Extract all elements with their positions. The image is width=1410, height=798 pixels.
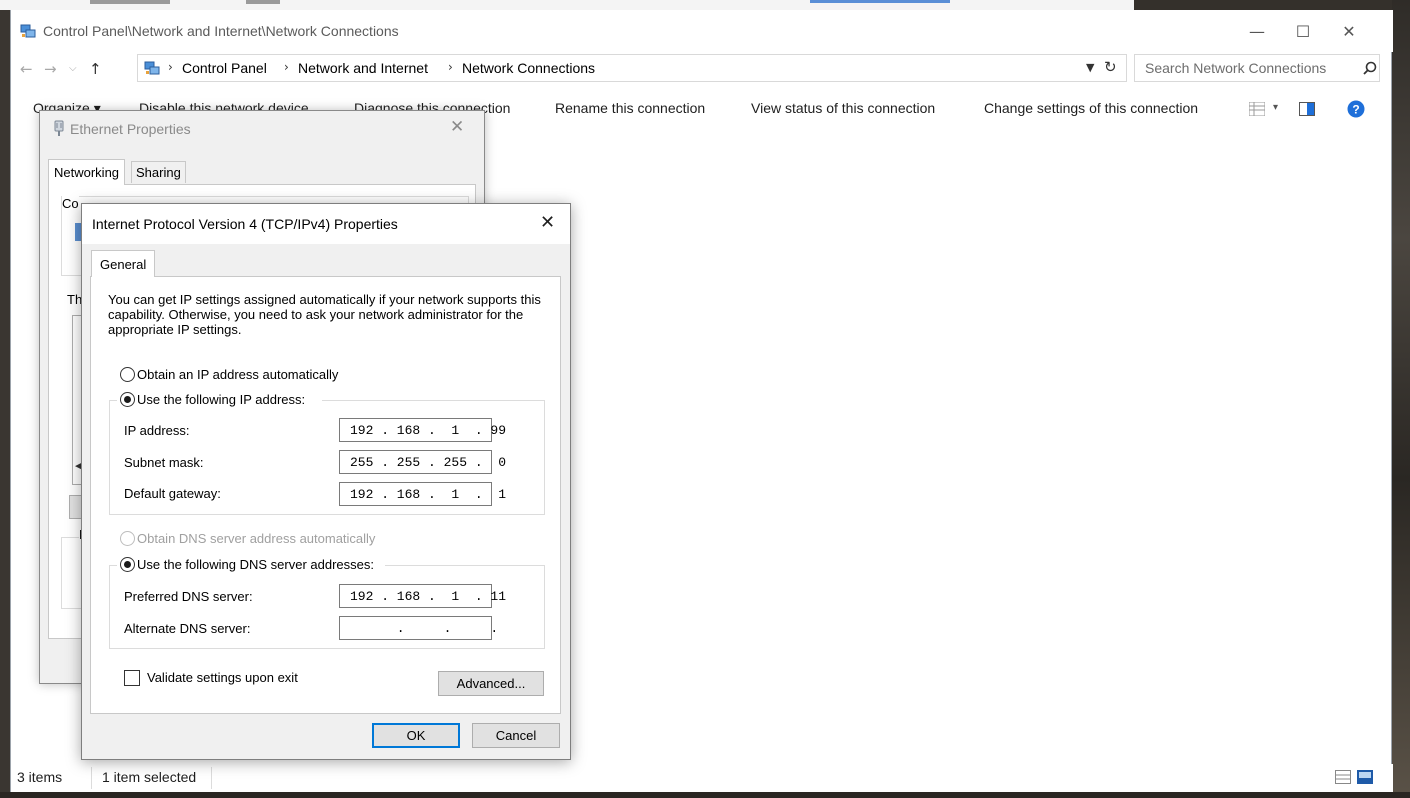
minimize-button[interactable]: —	[1234, 10, 1280, 52]
default-gateway-label: Default gateway:	[124, 486, 221, 501]
breadcrumb-separator-icon: ›	[168, 60, 173, 74]
preferred-dns-label: Preferred DNS server:	[124, 589, 253, 604]
svg-text:?: ?	[1352, 103, 1359, 117]
tab-sharing[interactable]: Sharing	[131, 161, 186, 183]
back-arrow-icon[interactable]: ←	[20, 60, 33, 78]
validate-settings-label[interactable]: Validate settings upon exit	[147, 670, 298, 685]
validate-settings-checkbox[interactable]	[124, 670, 140, 686]
subnet-mask-field[interactable]: 255 . 255 . 255 . 0	[339, 450, 506, 474]
ip-address-label: IP address:	[124, 423, 190, 438]
large-icons-view-icon[interactable]	[1357, 770, 1373, 784]
breadcrumb-separator-icon: ›	[284, 60, 289, 74]
connection-uses-label: Th	[67, 292, 83, 307]
general-tab-panel: You can get IP settings assigned automat…	[90, 276, 561, 714]
close-icon[interactable]: ✕	[450, 117, 464, 137]
explorer-titlebar[interactable]: Control Panel\Network and Internet\Netwo…	[11, 10, 1393, 52]
obtain-dns-auto-radio[interactable]	[120, 531, 135, 546]
close-button[interactable]: ✕	[1326, 10, 1372, 52]
breadcrumb-control-panel[interactable]: Control Panel	[182, 60, 267, 76]
ipv4-properties-dialog: Internet Protocol Version 4 (TCP/IPv4) P…	[81, 203, 571, 760]
ethernet-adapter-icon	[54, 120, 64, 136]
details-view-icon[interactable]	[1335, 770, 1351, 784]
search-icon[interactable]	[1363, 61, 1377, 75]
background-window-edge	[246, 0, 280, 4]
address-row: ← → ⌵ ↑ › Control Panel › Network and In…	[11, 52, 1393, 85]
preview-pane-icon[interactable]	[1299, 102, 1315, 116]
desktop-background-top-dark	[1134, 0, 1410, 10]
status-divider	[91, 767, 92, 789]
ipv4-dialog-title: Internet Protocol Version 4 (TCP/IPv4) P…	[92, 216, 398, 232]
up-arrow-icon[interactable]: ↑	[89, 60, 102, 78]
breadcrumb-network-connections[interactable]: Network Connections	[462, 60, 595, 76]
search-placeholder: Search Network Connections	[1145, 60, 1327, 76]
view-dropdown-icon[interactable]: ▾	[1273, 102, 1278, 113]
tab-general[interactable]: General	[91, 250, 156, 277]
subnet-mask-label: Subnet mask:	[124, 455, 204, 470]
obtain-ip-auto-radio[interactable]	[120, 367, 135, 382]
rename-connection-button[interactable]: Rename this connection	[555, 100, 705, 116]
close-icon[interactable]: ✕	[540, 212, 555, 233]
desktop-background-bottom	[0, 792, 1410, 798]
breadcrumb-network-and-internet[interactable]: Network and Internet	[298, 60, 428, 76]
obtain-dns-auto-label[interactable]: Obtain DNS server address automatically	[137, 531, 375, 546]
desktop-background-right	[1392, 0, 1410, 798]
use-following-ip-radio[interactable]	[120, 392, 135, 407]
background-window-edge	[810, 0, 950, 3]
alternate-dns-field[interactable]: . . .	[339, 616, 498, 640]
refresh-icon[interactable]: ↻	[1104, 58, 1117, 76]
selection-count: 1 item selected	[102, 769, 197, 785]
forward-arrow-icon[interactable]: →	[44, 60, 57, 78]
recent-locations-chevron-icon[interactable]: ⌵	[69, 63, 77, 74]
obtain-ip-auto-label[interactable]: Obtain an IP address automatically	[137, 367, 338, 382]
ipv4-dialog-titlebar[interactable]: Internet Protocol Version 4 (TCP/IPv4) P…	[82, 204, 570, 244]
search-input[interactable]: Search Network Connections	[1134, 54, 1380, 82]
view-options-icon[interactable]	[1249, 102, 1265, 116]
tab-networking[interactable]: Networking	[48, 159, 126, 185]
default-gateway-field[interactable]: 192 . 168 . 1 . 1	[339, 482, 506, 506]
view-status-button[interactable]: View status of this connection	[751, 100, 935, 116]
alternate-dns-label: Alternate DNS server:	[124, 621, 251, 636]
change-settings-button[interactable]: Change settings of this connection	[984, 100, 1198, 116]
item-count: 3 items	[17, 769, 63, 785]
address-dropdown-icon[interactable]: ▼	[1086, 61, 1094, 74]
status-bar: 3 items 1 item selected	[11, 764, 1393, 792]
intro-text: You can get IP settings assigned automat…	[108, 292, 541, 337]
breadcrumb-separator-icon: ›	[448, 60, 453, 74]
preferred-dns-field[interactable]: 192 . 168 . 1 . 11	[339, 584, 506, 608]
status-divider	[211, 767, 212, 789]
cancel-button[interactable]: Cancel	[472, 723, 560, 748]
ok-button[interactable]: OK	[372, 723, 460, 748]
control-panel-icon	[144, 61, 160, 75]
help-icon[interactable]: ?	[1347, 100, 1365, 118]
use-following-ip-label[interactable]: Use the following IP address:	[137, 392, 305, 407]
background-window-edge	[90, 0, 170, 4]
use-following-dns-label[interactable]: Use the following DNS server addresses:	[137, 557, 374, 572]
ethernet-dialog-title: Ethernet Properties	[70, 121, 191, 137]
connect-using-label: Co	[62, 196, 79, 211]
advanced-button[interactable]: Advanced...	[438, 671, 544, 696]
address-bar[interactable]: › Control Panel › Network and Internet ›…	[137, 54, 1127, 82]
use-following-dns-radio[interactable]	[120, 557, 135, 572]
maximize-button[interactable]: ☐	[1280, 10, 1326, 52]
window-title: Control Panel\Network and Internet\Netwo…	[43, 23, 399, 39]
control-panel-icon	[20, 24, 36, 38]
ip-address-field[interactable]: 192 . 168 . 1 . 99	[339, 418, 506, 442]
